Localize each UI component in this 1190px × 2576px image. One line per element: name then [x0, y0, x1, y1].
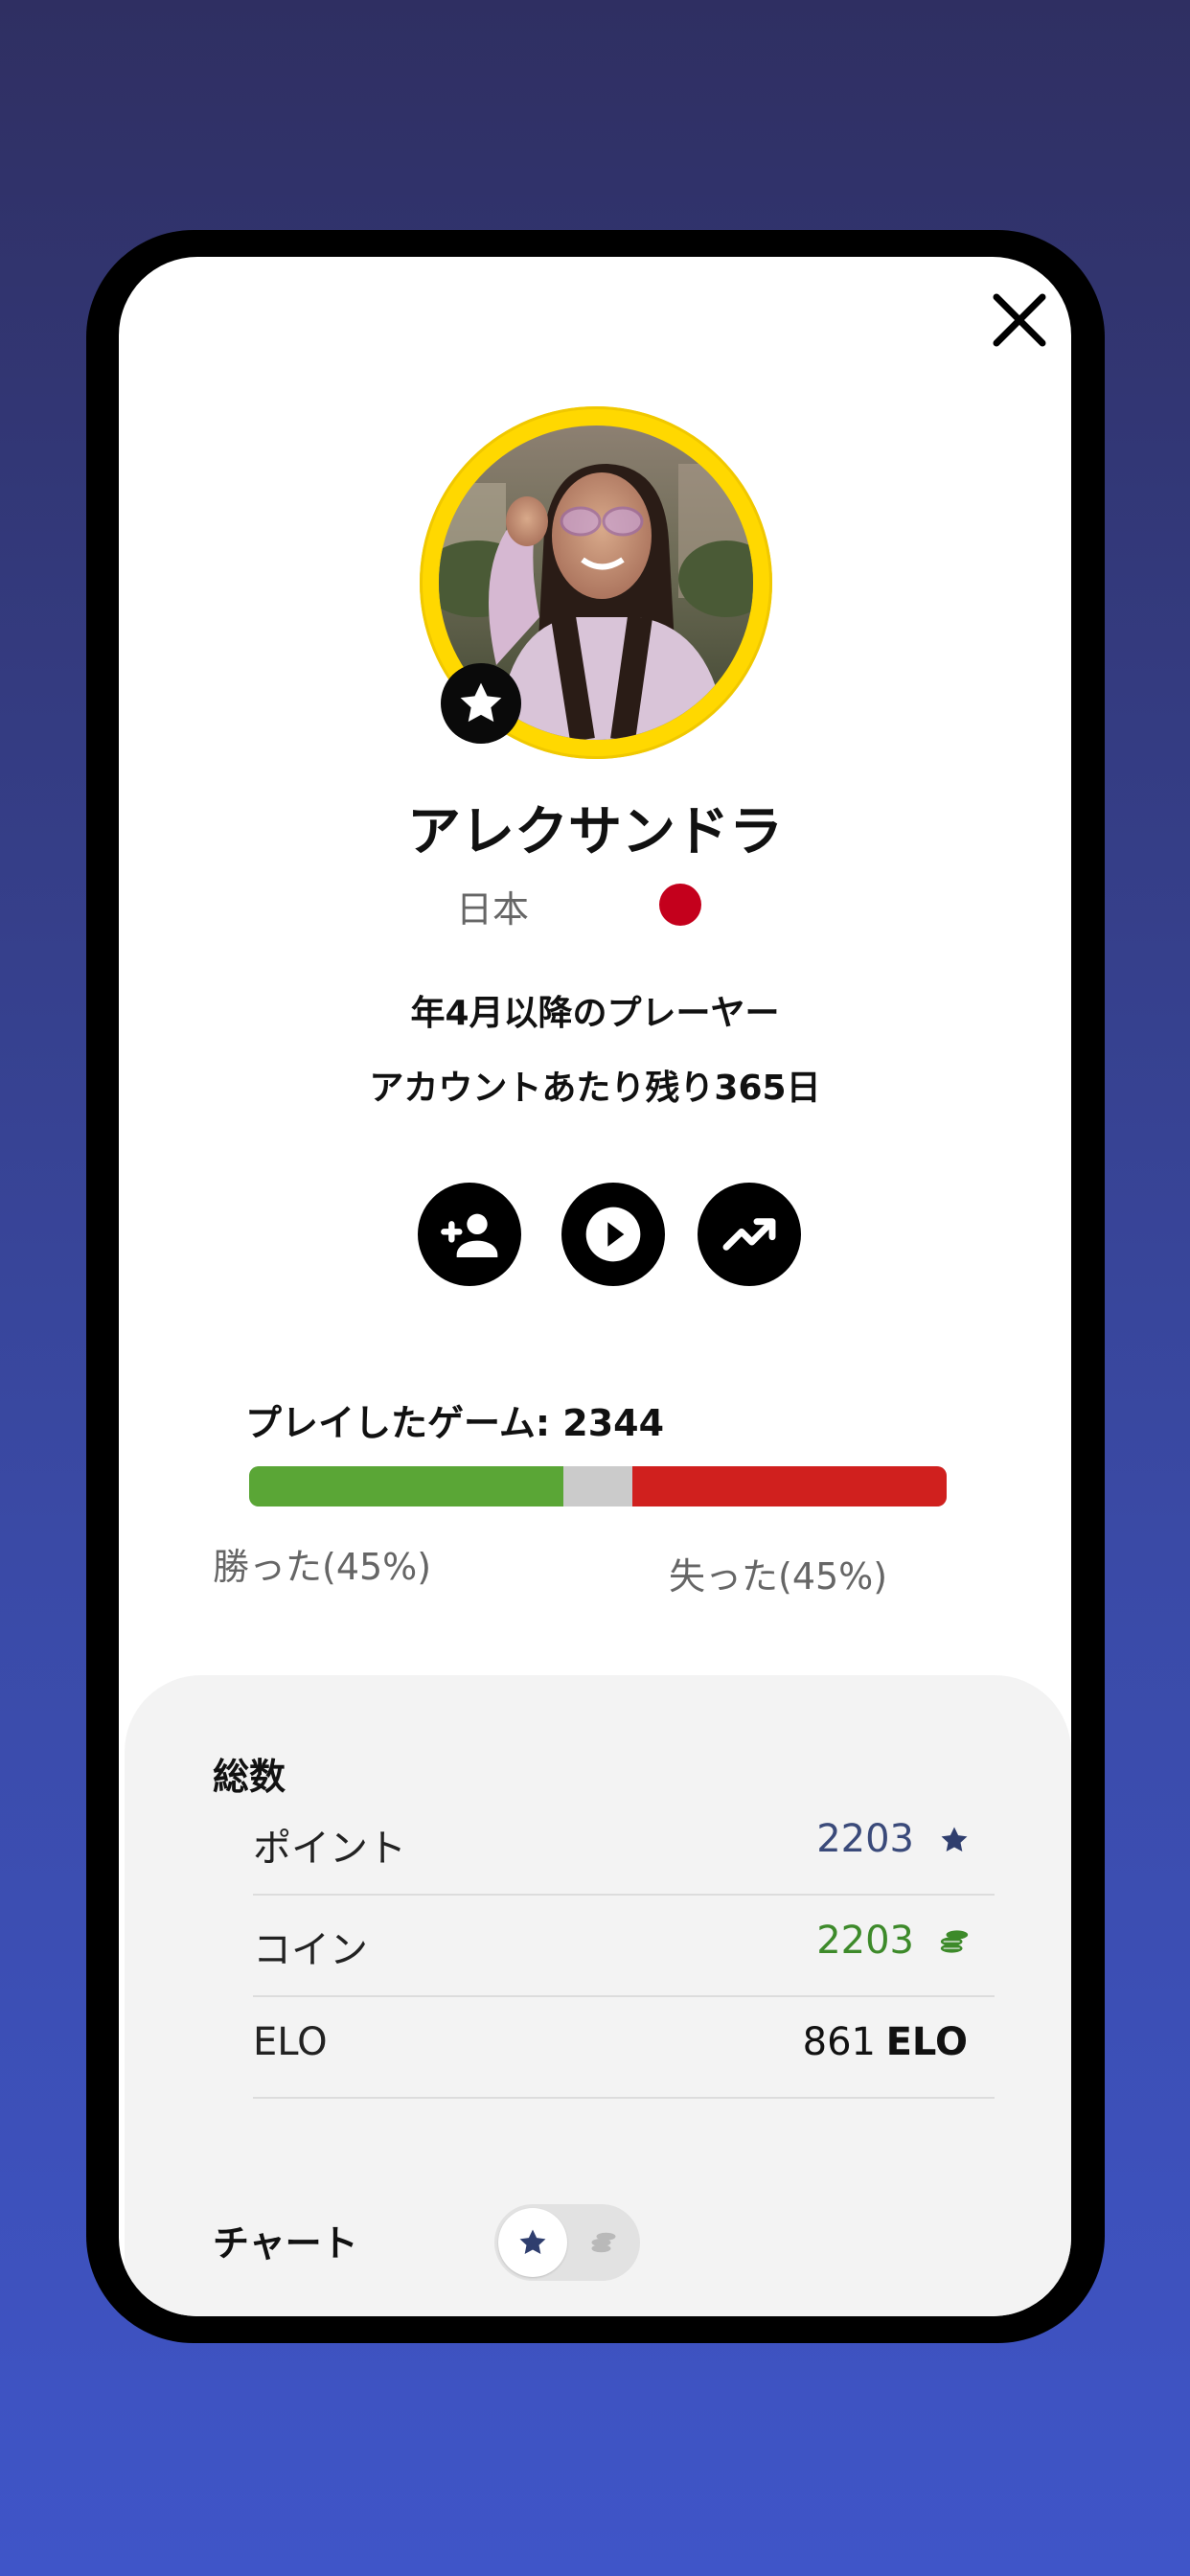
player-since-text: 年4月以降のプレーヤー: [410, 994, 780, 1033]
games-played-count: 2344: [562, 1402, 665, 1444]
toggle-points-option[interactable]: [498, 2208, 567, 2277]
elo-row: ELO 861 ELO: [253, 1995, 995, 2099]
elo-unit: ELO: [885, 2020, 968, 2064]
close-button[interactable]: [981, 282, 1058, 358]
points-label: ポイント: [253, 1827, 406, 1871]
win-loss-bar: [249, 1466, 947, 1506]
japan-flag-icon: [659, 884, 701, 926]
chart-label: チャート: [213, 2222, 358, 2265]
coins-icon: [935, 1922, 973, 1961]
win-segment: [249, 1466, 563, 1506]
lost-label: 失った(45%): [669, 1555, 888, 1598]
person-add-icon: [441, 1213, 498, 1257]
coins-value: 2203: [816, 1919, 914, 1963]
coins-row: コイン 2203: [253, 1894, 995, 1997]
draw-segment: [562, 1466, 633, 1506]
remaining-days-text: アカウントあたり残り365日: [369, 1069, 821, 1108]
stats-button[interactable]: [698, 1183, 801, 1286]
toggle-coins-option[interactable]: [584, 2223, 623, 2262]
chart-toggle[interactable]: [494, 2204, 640, 2281]
player-name: アレクサンドラ: [407, 801, 783, 863]
elo-value: 861: [802, 2020, 876, 2064]
play-button[interactable]: [561, 1183, 665, 1286]
trending-up-icon: [722, 1218, 776, 1251]
elo-label: ELO: [253, 2020, 328, 2064]
play-circle-icon: [585, 1207, 641, 1262]
loss-segment: [632, 1466, 947, 1506]
close-icon: [993, 293, 1046, 347]
points-row: ポイント 2203: [253, 1792, 995, 1896]
add-friend-button[interactable]: [418, 1183, 521, 1286]
star-icon: [519, 2229, 546, 2255]
profile-screen: アレクサンドラ 日本 年4月以降のプレーヤー アカウントあたり残り365日 プレ…: [119, 257, 1071, 2316]
star-icon: [935, 1821, 973, 1859]
won-label: 勝った(45%): [213, 1546, 432, 1588]
games-played-label: プレイしたゲーム: 2344: [245, 1402, 665, 1444]
country-label: 日本: [456, 888, 530, 931]
points-value: 2203: [816, 1817, 914, 1861]
coins-icon: [591, 2232, 616, 2253]
star-icon: [460, 682, 502, 723]
favorite-badge[interactable]: [441, 663, 521, 744]
coins-label: コイン: [253, 1928, 368, 1972]
